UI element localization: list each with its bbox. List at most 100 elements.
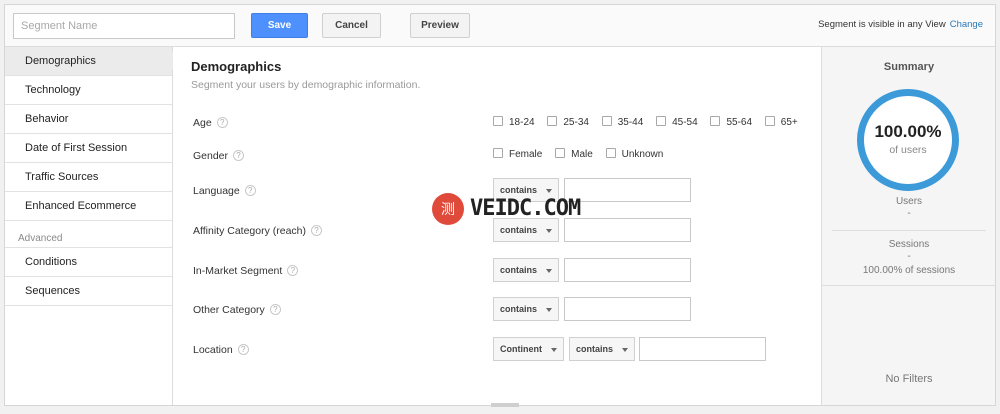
sidebar-item-sequences[interactable]: Sequences bbox=[5, 277, 172, 306]
users-percentage-ring: 100.00% of users bbox=[857, 89, 959, 191]
sidebar-item-technology[interactable]: Technology bbox=[5, 76, 172, 105]
users-percentage-label: of users bbox=[889, 144, 927, 156]
users-percentage: 100.00% bbox=[874, 122, 942, 141]
sidebar-item-traffic-sources[interactable]: Traffic Sources bbox=[5, 163, 172, 192]
age-option-18-24[interactable]: 18-24 bbox=[493, 116, 535, 128]
watermark-badge: 测 bbox=[432, 193, 464, 225]
location-scope-dropdown[interactable]: Continent bbox=[493, 337, 564, 361]
age-option-label: 65+ bbox=[780, 117, 798, 128]
help-icon[interactable]: ? bbox=[269, 304, 281, 315]
location-label: Location? bbox=[193, 344, 249, 356]
checkbox-icon[interactable] bbox=[656, 116, 667, 126]
chevron-down-icon bbox=[546, 308, 552, 312]
age-option-35-44[interactable]: 35-44 bbox=[601, 116, 644, 128]
checkbox-icon[interactable] bbox=[493, 116, 503, 126]
chevron-down-icon bbox=[622, 348, 628, 352]
checkbox-icon[interactable] bbox=[605, 148, 616, 158]
sessions-percentage: 100.00% of sessions bbox=[862, 265, 956, 276]
watermark-text: VEIDC.COM bbox=[470, 196, 581, 221]
sessions-value: - bbox=[907, 251, 911, 262]
location-value-input[interactable] bbox=[639, 337, 766, 361]
other-category-value-input[interactable] bbox=[564, 297, 691, 321]
chevron-down-icon bbox=[546, 229, 552, 233]
age-option-label: 25-34 bbox=[563, 117, 589, 128]
age-option-25-34[interactable]: 25-34 bbox=[547, 116, 589, 128]
checkbox-icon[interactable] bbox=[601, 116, 612, 126]
segment-category-sidebar: Demographics Technology Behavior Date of… bbox=[5, 47, 181, 405]
age-label-text: Age bbox=[193, 117, 212, 129]
in-market-label-text: In-Market Segment bbox=[193, 265, 283, 277]
sidebar-item-behavior[interactable]: Behavior bbox=[5, 105, 172, 134]
visibility-info: Segment is visible in any View Change bbox=[818, 19, 983, 30]
affinity-value-input[interactable] bbox=[564, 218, 691, 242]
segment-toolbar: Save Cancel Preview Segment is visible i… bbox=[5, 5, 995, 47]
gender-option-label: Female bbox=[509, 149, 543, 160]
dropdown-value: contains bbox=[576, 344, 614, 354]
age-option-45-54[interactable]: 45-54 bbox=[656, 116, 698, 128]
in-market-operator-dropdown[interactable]: contains bbox=[493, 258, 559, 282]
gender-option-unknown[interactable]: Unknown bbox=[605, 148, 664, 160]
sidebar-group-advanced: Advanced bbox=[5, 221, 172, 248]
gender-options: Female Male Unknown bbox=[493, 148, 673, 160]
affinity-label-text: Affinity Category (reach) bbox=[193, 225, 307, 237]
sidebar-item-enhanced-ecommerce[interactable]: Enhanced Ecommerce bbox=[5, 192, 172, 221]
other-category-label-text: Other Category bbox=[193, 304, 265, 316]
location-label-text: Location bbox=[193, 344, 233, 356]
summary-divider bbox=[832, 230, 986, 231]
checkbox-icon[interactable] bbox=[764, 116, 775, 126]
age-option-65-plus[interactable]: 65+ bbox=[764, 116, 798, 128]
panel-subtitle: Segment your users by demographic inform… bbox=[191, 79, 421, 91]
other-category-label: Other Category? bbox=[193, 304, 281, 316]
summary-divider bbox=[822, 285, 996, 286]
cancel-button[interactable]: Cancel bbox=[322, 13, 381, 38]
chevron-down-icon bbox=[551, 348, 557, 352]
segment-name-input[interactable] bbox=[13, 13, 235, 39]
in-market-value-input[interactable] bbox=[564, 258, 691, 282]
resize-handle[interactable] bbox=[491, 403, 519, 407]
sessions-label: Sessions bbox=[888, 239, 930, 250]
age-option-label: 18-24 bbox=[509, 117, 535, 128]
sidebar-item-demographics[interactable]: Demographics bbox=[5, 47, 181, 76]
gender-option-female[interactable]: Female bbox=[493, 148, 542, 160]
help-icon[interactable]: ? bbox=[233, 150, 245, 161]
checkbox-icon[interactable] bbox=[493, 148, 503, 158]
other-category-operator-dropdown[interactable]: contains bbox=[493, 297, 559, 321]
language-value-input[interactable] bbox=[564, 178, 691, 202]
watermark: 测 VEIDC.COM bbox=[432, 192, 581, 228]
checkbox-icon[interactable] bbox=[555, 148, 566, 158]
checkbox-icon[interactable] bbox=[547, 116, 558, 126]
users-label: Users bbox=[895, 196, 923, 207]
affinity-label: Affinity Category (reach)? bbox=[193, 225, 323, 237]
age-option-55-64[interactable]: 55-64 bbox=[710, 116, 752, 128]
no-filters-text: No Filters bbox=[885, 373, 933, 385]
summary-title: Summary bbox=[883, 61, 935, 73]
preview-button[interactable]: Preview bbox=[410, 13, 470, 38]
help-icon[interactable]: ? bbox=[311, 225, 323, 236]
help-icon[interactable]: ? bbox=[244, 185, 256, 196]
location-operator-dropdown[interactable]: contains bbox=[569, 337, 635, 361]
help-icon[interactable]: ? bbox=[237, 344, 249, 355]
summary-panel: Summary 100.00% of users Users - Session… bbox=[821, 47, 996, 405]
sidebar-item-date-of-first-session[interactable]: Date of First Session bbox=[5, 134, 172, 163]
gender-option-label: Unknown bbox=[621, 149, 664, 160]
chevron-down-icon bbox=[546, 269, 552, 273]
checkbox-icon[interactable] bbox=[710, 116, 721, 126]
language-label-text: Language bbox=[193, 185, 240, 197]
gender-option-male[interactable]: Male bbox=[555, 148, 593, 160]
save-button[interactable]: Save bbox=[251, 13, 308, 38]
gender-label-text: Gender bbox=[193, 150, 229, 162]
sidebar-item-conditions[interactable]: Conditions bbox=[5, 248, 172, 277]
language-label: Language? bbox=[193, 185, 256, 197]
change-visibility-link[interactable]: Change bbox=[950, 19, 983, 30]
age-option-label: 45-54 bbox=[672, 117, 698, 128]
dropdown-value: contains bbox=[500, 304, 538, 314]
gender-option-label: Male bbox=[571, 149, 593, 160]
age-option-label: 35-44 bbox=[617, 117, 644, 128]
age-options: 18-24 25-34 35-44 45-54 55-64 65+ bbox=[493, 116, 808, 128]
help-icon[interactable]: ? bbox=[287, 265, 299, 276]
age-option-label: 55-64 bbox=[726, 117, 753, 128]
in-market-label: In-Market Segment? bbox=[193, 265, 299, 277]
age-label: Age? bbox=[193, 117, 228, 129]
users-value: - bbox=[907, 208, 911, 219]
help-icon[interactable]: ? bbox=[216, 117, 228, 128]
